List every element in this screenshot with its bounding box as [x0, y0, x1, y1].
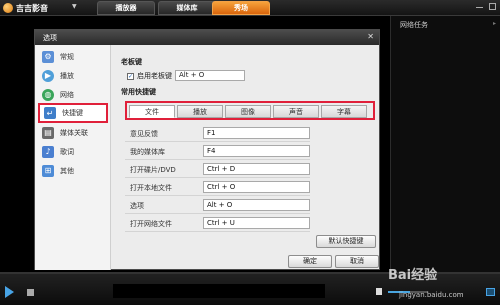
nav-item-media-association[interactable]: ▤ 媒体关联 [38, 123, 108, 142]
shortcut-label: 意见反馈 [130, 130, 158, 138]
tab-player[interactable]: 播放器 [97, 1, 155, 15]
nav-item-other[interactable]: ⊞ 其他 [38, 161, 108, 180]
tab-file[interactable]: 文件 [129, 105, 175, 118]
volume-icon[interactable] [376, 288, 382, 295]
network-tasks-panel: 网络任务 ▸ [390, 16, 500, 274]
nav-item-shortcuts[interactable]: ↵ 快捷键 [38, 103, 108, 123]
stop-icon[interactable] [27, 289, 34, 296]
restore-default-shortcuts-button[interactable]: 默认快捷键 [316, 235, 376, 248]
app-menu-chevron-icon[interactable]: ▼ [72, 3, 77, 10]
table-row: 选项 Alt + O [125, 196, 310, 214]
table-row: 打开本地文件 Ctrl + O [125, 178, 310, 196]
tab-media-library[interactable]: 媒体库 [158, 1, 216, 15]
boss-key-input[interactable]: Alt + O [175, 70, 245, 81]
gear-icon: ⚙ [42, 50, 54, 63]
globe-icon: ◍ [42, 88, 54, 101]
shortcut-key-input[interactable]: Alt + O [203, 199, 310, 211]
lyrics-icon: ♪ [42, 145, 54, 158]
app-logo-icon [3, 3, 13, 13]
checkbox-checked-icon[interactable]: ✓ [127, 72, 134, 80]
boss-key-heading: 老板键 [121, 58, 142, 66]
tab-playback[interactable]: 播放 [177, 105, 223, 118]
nav-item-lyrics[interactable]: ♪ 歌词 [38, 142, 108, 161]
more-icon: ⊞ [42, 164, 54, 177]
tab-showroom[interactable]: 秀场 [212, 1, 270, 15]
shortcut-label: 打开网络文件 [130, 220, 172, 228]
dialog-title: 选项 [43, 34, 57, 42]
keyboard-icon: ↵ [44, 107, 56, 119]
nav-item-label: 快捷键 [62, 109, 83, 117]
dialog-titlebar: 选项 ✕ [35, 30, 379, 45]
options-nav: ⚙ 常规 ▶ 播放 ◍ 网络 ↵ 快捷键 ▤ 媒体关联 ♪ 歌词 ⊞ 其他 [35, 45, 111, 270]
nav-item-label: 网络 [60, 90, 74, 99]
nav-item-general[interactable]: ⚙ 常规 [38, 47, 108, 66]
common-shortcuts-heading: 常用快捷键 [121, 88, 156, 96]
watermark-url: jingyan.baidu.com [399, 291, 464, 299]
nav-item-playback[interactable]: ▶ 播放 [38, 66, 108, 85]
window-controls [476, 3, 496, 10]
minimize-icon[interactable] [476, 3, 483, 8]
fullscreen-icon[interactable] [486, 288, 495, 296]
table-row: 我的媒体库 F4 [125, 142, 310, 160]
nav-item-network[interactable]: ◍ 网络 [38, 85, 108, 104]
table-row: 打开碟片/DVD Ctrl + D [125, 160, 310, 178]
shortcut-label: 我的媒体库 [130, 148, 165, 156]
shortcut-key-input[interactable]: F4 [203, 145, 310, 157]
table-row: 意见反馈 F1 [125, 124, 310, 142]
shortcuts-panel: 老板键 ✓ 启用老板键 Alt + O 常用快捷键 文件 播放 图像 声音 字幕… [113, 45, 379, 270]
close-icon[interactable]: ✕ [367, 32, 374, 41]
media-info-bar [113, 284, 325, 298]
shortcut-tabs-highlight: 文件 播放 图像 声音 字幕 [125, 101, 375, 120]
shortcut-label: 打开本地文件 [130, 184, 172, 192]
nav-item-label: 其他 [60, 166, 74, 175]
tab-subtitles[interactable]: 字幕 [321, 105, 367, 118]
options-dialog: 选项 ✕ ⚙ 常规 ▶ 播放 ◍ 网络 ↵ 快捷键 ▤ 媒体关联 ♪ 歌词 ⊞ [34, 29, 380, 270]
ok-button[interactable]: 确定 [288, 255, 332, 268]
shortcut-label: 打开碟片/DVD [130, 166, 176, 174]
play-circle-icon: ▶ [42, 69, 54, 82]
tab-image[interactable]: 图像 [225, 105, 271, 118]
shortcut-key-input[interactable]: Ctrl + U [203, 217, 310, 229]
shortcut-key-input[interactable]: Ctrl + O [203, 181, 310, 193]
maximize-icon[interactable] [489, 3, 496, 10]
film-icon: ▤ [42, 126, 54, 139]
shortcut-label: 选项 [130, 202, 144, 210]
network-tasks-title: 网络任务 [400, 21, 428, 29]
nav-item-label: 媒体关联 [60, 128, 88, 137]
nav-item-label: 歌词 [60, 147, 74, 156]
boss-key-toggle[interactable]: ✓ 启用老板键 [127, 71, 172, 81]
nav-item-label: 播放 [60, 71, 74, 80]
nav-item-label: 常规 [60, 52, 74, 61]
player-top-bar: 吉吉影音 ▼ 播放器 媒体库 秀场 [0, 0, 500, 16]
cancel-button[interactable]: 取消 [335, 255, 379, 268]
shortcut-key-input[interactable]: Ctrl + D [203, 163, 310, 175]
watermark-brand: Bai经验 [388, 268, 438, 283]
play-icon[interactable] [5, 286, 14, 298]
boss-key-checkbox-label: 启用老板键 [137, 72, 172, 80]
table-row: 打开网络文件 Ctrl + U [125, 214, 310, 232]
shortcut-key-input[interactable]: F1 [203, 127, 310, 139]
app-title: 吉吉影音 [16, 4, 48, 13]
panel-toggle-icon[interactable]: ▸ [493, 20, 496, 27]
tab-sound[interactable]: 声音 [273, 105, 319, 118]
